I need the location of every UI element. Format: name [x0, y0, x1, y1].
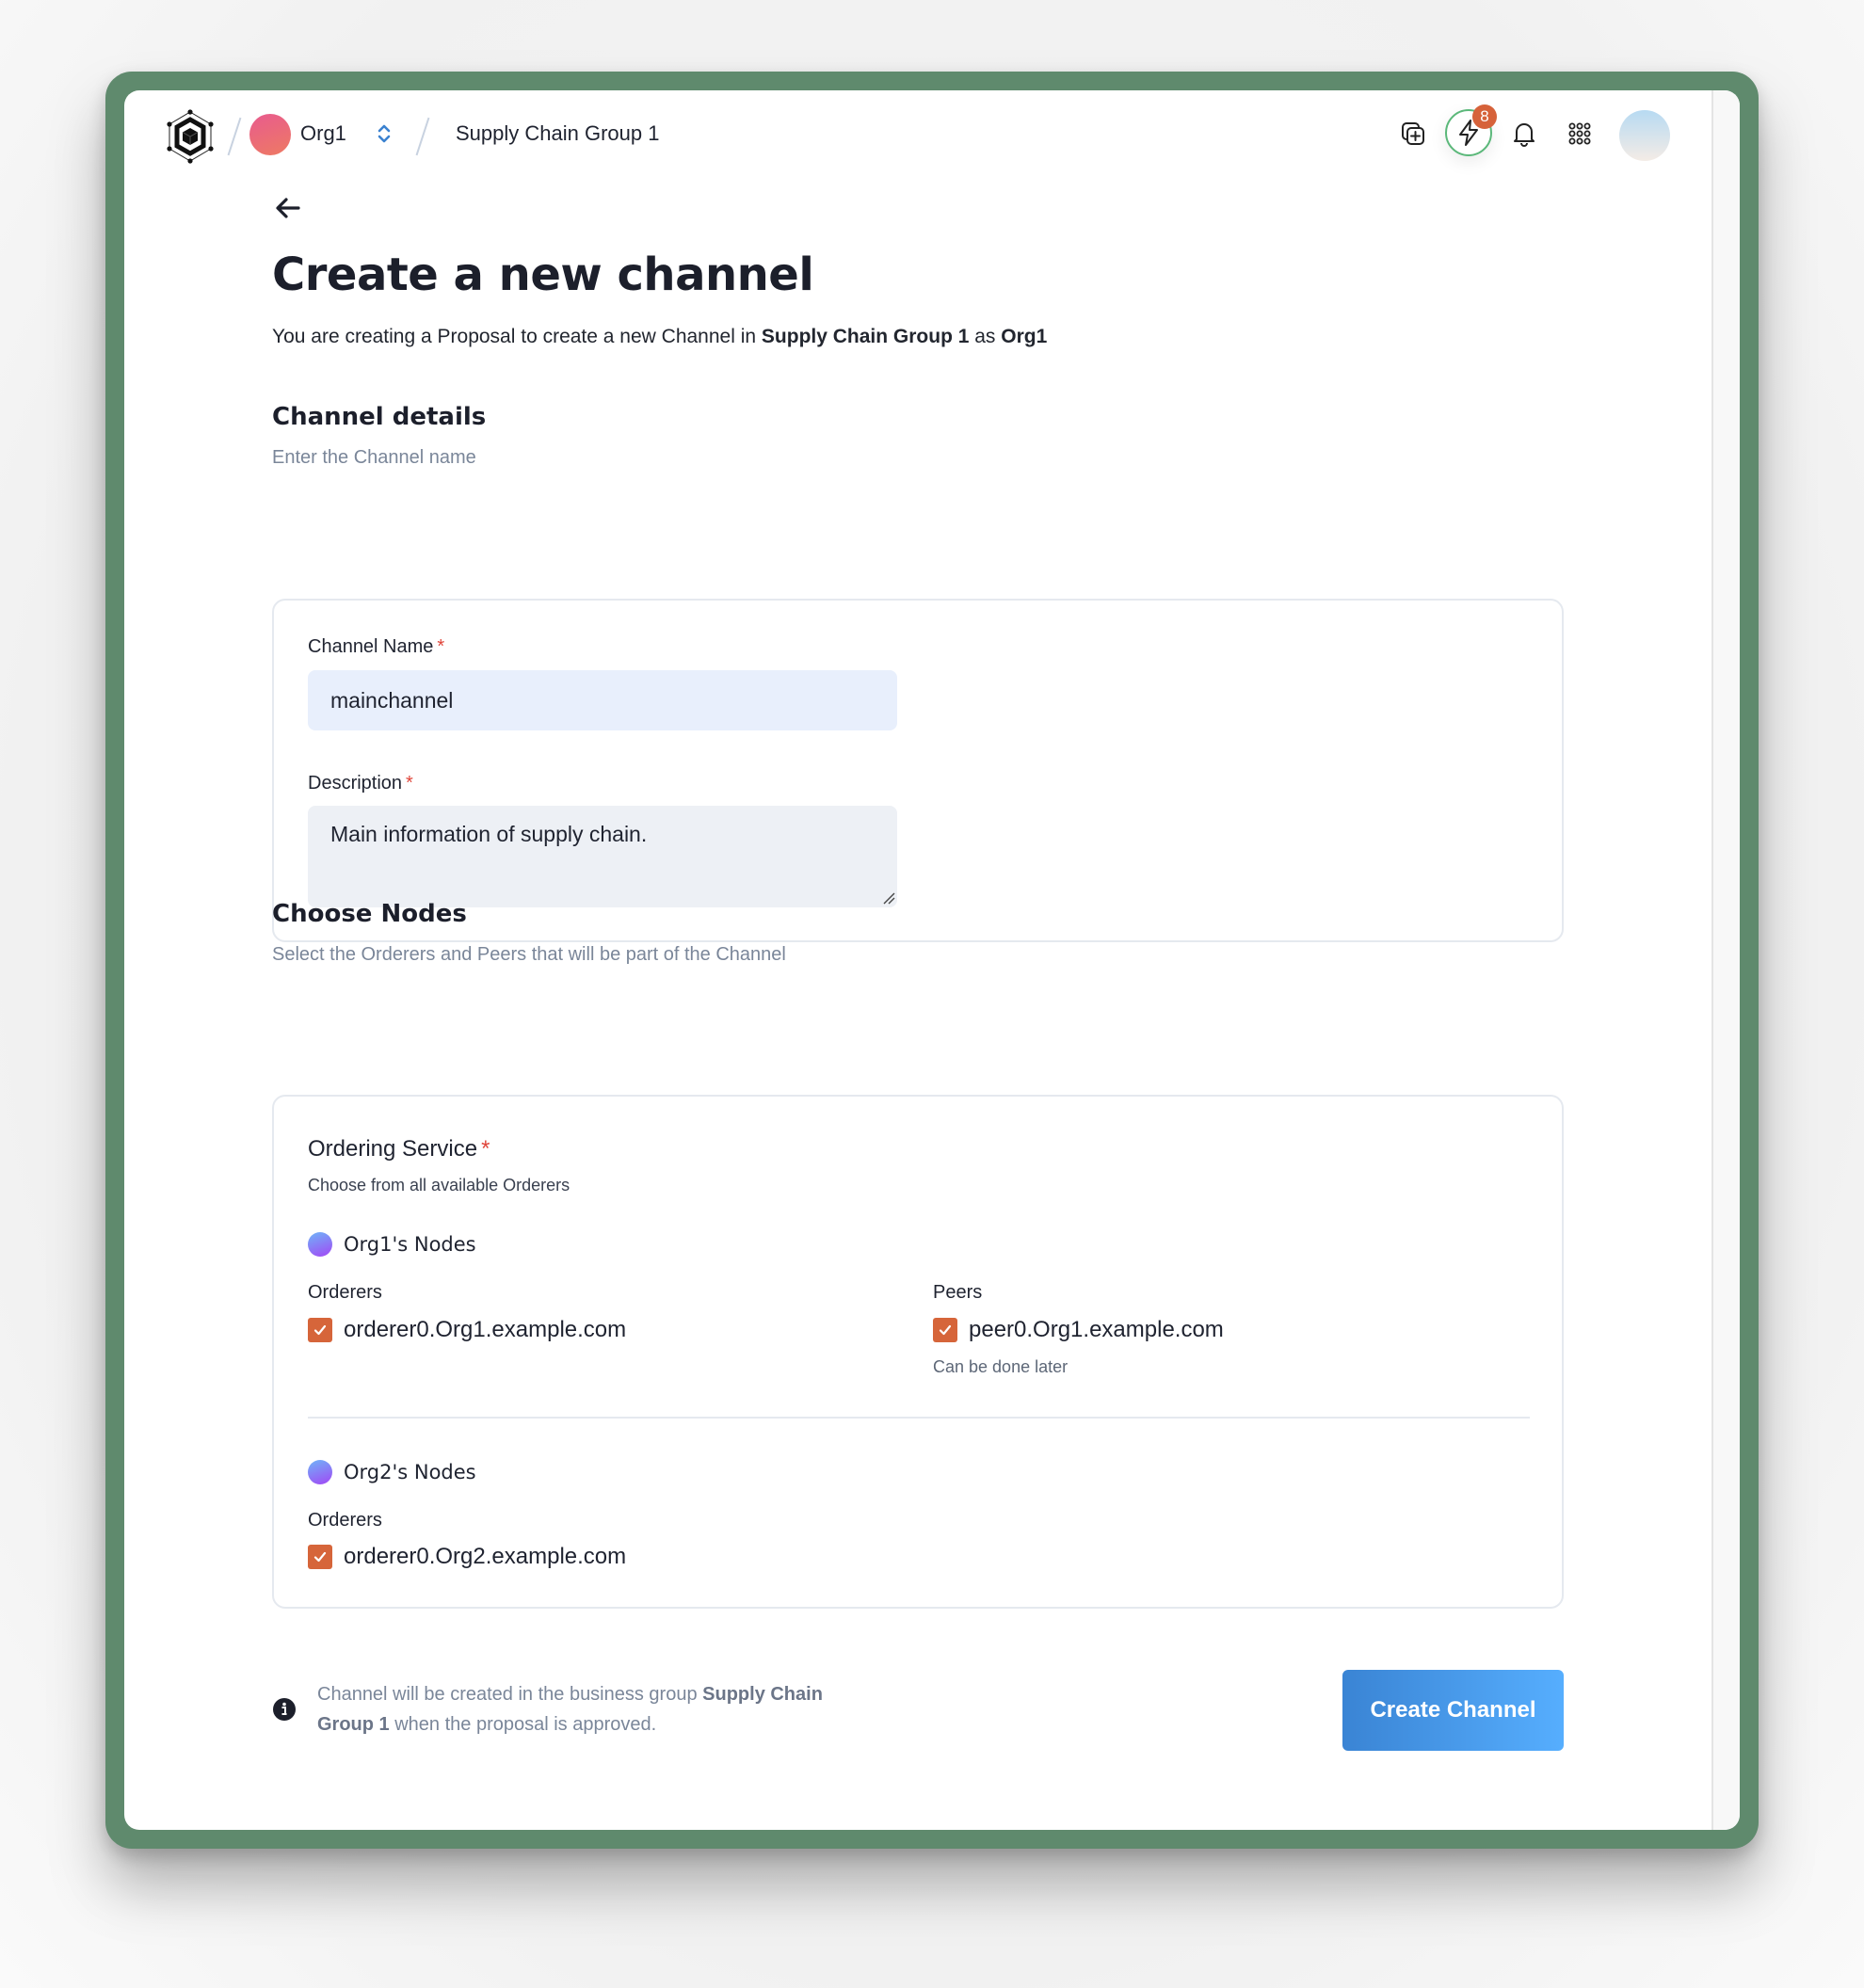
node-group-name: Org1's Nodes: [344, 1233, 476, 1256]
check-icon: [313, 1324, 327, 1336]
user-avatar[interactable]: [1619, 110, 1670, 161]
page-title: Create a new channel: [272, 248, 814, 301]
peers-label: Peers: [933, 1282, 983, 1303]
org-dot-icon: [308, 1460, 332, 1484]
subtitle-text: as: [969, 326, 1002, 347]
orderers-label: Orderers: [308, 1510, 382, 1531]
apps-grid-icon: [1568, 122, 1591, 145]
app-window: Org1 Supply Chain Group 1 8 Create a new…: [124, 90, 1740, 1830]
choose-nodes-subtitle: Select the Orderers and Peers that will …: [272, 944, 786, 965]
org-switch-icon[interactable]: [375, 120, 394, 147]
info-icon: [273, 1698, 296, 1721]
channel-details-card: Channel Name* Description* Main informat…: [272, 599, 1564, 942]
org-dot-icon: [308, 1232, 332, 1257]
node-group-org1: Org1's Nodes: [308, 1232, 476, 1257]
check-icon: [939, 1324, 952, 1336]
choose-nodes-title: Choose Nodes: [272, 900, 467, 928]
notification-badge: 8: [1472, 104, 1497, 129]
description-label: Description *: [308, 773, 413, 794]
required-mark: *: [437, 636, 445, 657]
add-copy-icon: [1402, 122, 1424, 145]
add-copy-button[interactable]: [1394, 115, 1432, 152]
note-text: Channel will be created in the business …: [317, 1684, 703, 1705]
required-mark: *: [406, 773, 413, 794]
apps-button[interactable]: [1561, 115, 1599, 152]
breadcrumb-separator: [227, 117, 242, 156]
description-textarea[interactable]: Main information of supply chain.: [308, 806, 897, 907]
page-subtitle: You are creating a Proposal to create a …: [272, 326, 1047, 348]
create-channel-button[interactable]: Create Channel: [1342, 1670, 1564, 1751]
logo-icon[interactable]: [164, 108, 217, 165]
subtitle-group: Supply Chain Group 1: [761, 326, 970, 347]
breadcrumb-group[interactable]: Supply Chain Group 1: [456, 121, 659, 146]
resize-handle-icon[interactable]: [882, 891, 895, 905]
ordering-service-label: Ordering Service *: [308, 1136, 490, 1162]
check-icon: [313, 1551, 327, 1563]
notifications-button[interactable]: [1505, 115, 1543, 152]
channel-details-title: Channel details: [272, 403, 487, 431]
label-text: Description: [308, 773, 403, 794]
bell-icon: [1514, 123, 1535, 147]
peers-hint: Can be done later: [933, 1357, 1069, 1376]
org-name[interactable]: Org1: [300, 121, 346, 146]
label-text: Ordering Service: [308, 1136, 478, 1162]
orderer-name: orderer0.Org2.example.com: [344, 1544, 627, 1569]
org-avatar[interactable]: [249, 114, 291, 155]
checkbox-checked[interactable]: [308, 1545, 332, 1569]
ordering-service-hint: Choose from all available Orderers: [308, 1176, 570, 1194]
peer-name: peer0.Org1.example.com: [969, 1317, 1224, 1342]
info-note-text: Channel will be created in the business …: [317, 1679, 875, 1740]
orderers-label: Orderers: [308, 1282, 382, 1303]
nodes-card: Ordering Service * Choose from all availa…: [272, 1095, 1564, 1609]
channel-name-label: Channel Name *: [308, 636, 444, 658]
channel-details-subtitle: Enter the Channel name: [272, 447, 476, 468]
required-mark: *: [481, 1136, 490, 1162]
node-group-org2: Org2's Nodes: [308, 1460, 476, 1484]
node-group-name: Org2's Nodes: [344, 1461, 476, 1483]
orderer-checkbox-row[interactable]: orderer0.Org2.example.com: [308, 1544, 626, 1570]
back-arrow-icon[interactable]: [272, 194, 304, 222]
orderer-name: orderer0.Org1.example.com: [344, 1317, 627, 1342]
orderer-checkbox-row[interactable]: orderer0.Org1.example.com: [308, 1317, 626, 1343]
info-note: Channel will be created in the business …: [272, 1679, 875, 1740]
subtitle-org: Org1: [1001, 326, 1048, 347]
checkbox-checked[interactable]: [308, 1318, 332, 1342]
group-divider: [308, 1417, 1530, 1419]
label-text: Channel Name: [308, 636, 434, 657]
peer-checkbox-row[interactable]: peer0.Org1.example.com: [933, 1317, 1224, 1343]
subtitle-text: You are creating a Proposal to create a …: [272, 326, 762, 347]
scrollbar-track[interactable]: [1711, 90, 1740, 1830]
checkbox-checked[interactable]: [933, 1318, 957, 1342]
channel-name-input[interactable]: [308, 670, 897, 730]
breadcrumb-separator: [415, 117, 430, 156]
note-text: when the proposal is approved.: [389, 1714, 657, 1735]
top-nav: Org1 Supply Chain Group 1 8: [124, 90, 1711, 184]
